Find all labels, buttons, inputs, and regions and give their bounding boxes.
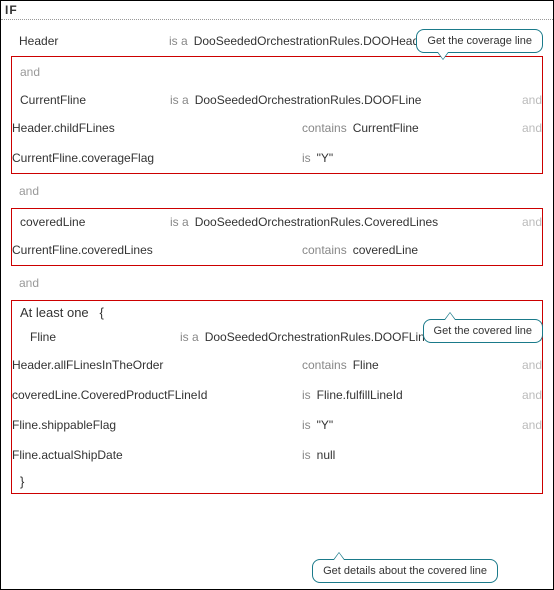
subject: CurrentFline [20, 93, 170, 107]
if-header: IF [1, 1, 553, 20]
attr-name: CurrentFline.coverageFlag [12, 151, 302, 165]
subject: coveredLine [20, 215, 170, 229]
attribute-row: CurrentFline.coveredLines contains cover… [12, 235, 542, 265]
attr-name: CurrentFline.coveredLines [12, 243, 302, 257]
attr-op: is [302, 418, 317, 432]
callout-covered-line-details: Get details about the covered line [312, 559, 498, 583]
trail-and: and [502, 388, 542, 402]
attr-val: "Y" [317, 418, 502, 432]
attribute-row: Fline.shippableFlag is "Y" and [12, 410, 542, 440]
operator: is a [170, 215, 195, 229]
and-connector: and [11, 176, 543, 206]
callout-text: Get the covered line [434, 325, 532, 337]
attribute-row: CurrentFline.coverageFlag is "Y" [12, 143, 542, 173]
attr-val: CurrentFline [353, 121, 502, 135]
value: DooSeededOrchestrationRules.CoveredLines [195, 215, 512, 229]
block-covered-line: coveredLine is a DooSeededOrchestrationR… [11, 208, 543, 266]
attr-op: is [302, 448, 317, 462]
attr-val: null [317, 448, 502, 462]
trail-and: and [502, 121, 542, 135]
declaration-row: coveredLine is a DooSeededOrchestrationR… [12, 209, 542, 235]
block-coverage-line: and CurrentFline is a DooSeededOrchestra… [11, 56, 543, 174]
attr-name: Fline.shippableFlag [12, 418, 302, 432]
prefix: At least one [20, 305, 89, 320]
and-connector: and [12, 57, 542, 87]
value: DooSeededOrchestrationRules.DOOFLine [195, 93, 512, 107]
attr-op: contains [302, 358, 353, 372]
brace: } [20, 474, 24, 489]
attr-val: Fline [353, 358, 502, 372]
subject: Fline [30, 330, 180, 344]
callout-text: Get the coverage line [427, 35, 532, 47]
trail-and: and [512, 215, 542, 229]
operator: is a [180, 330, 205, 344]
rule-content: Header is a DooSeededOrchestrationRules.… [1, 20, 553, 506]
attr-name: Header.allFLinesInTheOrder [12, 358, 302, 372]
attr-name: Fline.actualShipDate [12, 448, 302, 462]
attr-op: contains [302, 121, 353, 135]
attribute-row: Header.childFLines contains CurrentFline… [12, 113, 542, 143]
and-connector: and [11, 268, 543, 298]
declaration-row: CurrentFline is a DooSeededOrchestration… [12, 87, 542, 113]
attr-op: is [302, 151, 317, 165]
attribute-row: coveredLine.CoveredProductFLineId is Fli… [12, 380, 542, 410]
attr-name: Header.childFLines [12, 121, 302, 135]
if-label: IF [5, 3, 18, 17]
subject: Header [19, 34, 169, 48]
operator: is a [169, 34, 194, 48]
rule-container: IF Header is a DooSeededOrchestrationRul… [0, 0, 554, 590]
attr-val: "Y" [317, 151, 502, 165]
operator: is a [170, 93, 195, 107]
brace: { [100, 305, 104, 320]
callout-covered-line: Get the covered line [423, 319, 543, 343]
attr-op: is [302, 388, 317, 402]
trail-and: and [502, 358, 542, 372]
attr-name: coveredLine.CoveredProductFLineId [12, 388, 302, 402]
attribute-row: Fline.actualShipDate is null [12, 440, 542, 470]
at-least-one-close: } [12, 470, 542, 493]
callout-text: Get details about the covered line [323, 565, 487, 577]
trail-and: and [502, 418, 542, 432]
callout-coverage-line: Get the coverage line [416, 29, 543, 53]
trail-and: and [512, 93, 542, 107]
attr-op: contains [302, 243, 353, 257]
attribute-row: Header.allFLinesInTheOrder contains Flin… [12, 350, 542, 380]
attr-val: coveredLine [353, 243, 502, 257]
attr-val: Fline.fulfillLineId [317, 388, 502, 402]
